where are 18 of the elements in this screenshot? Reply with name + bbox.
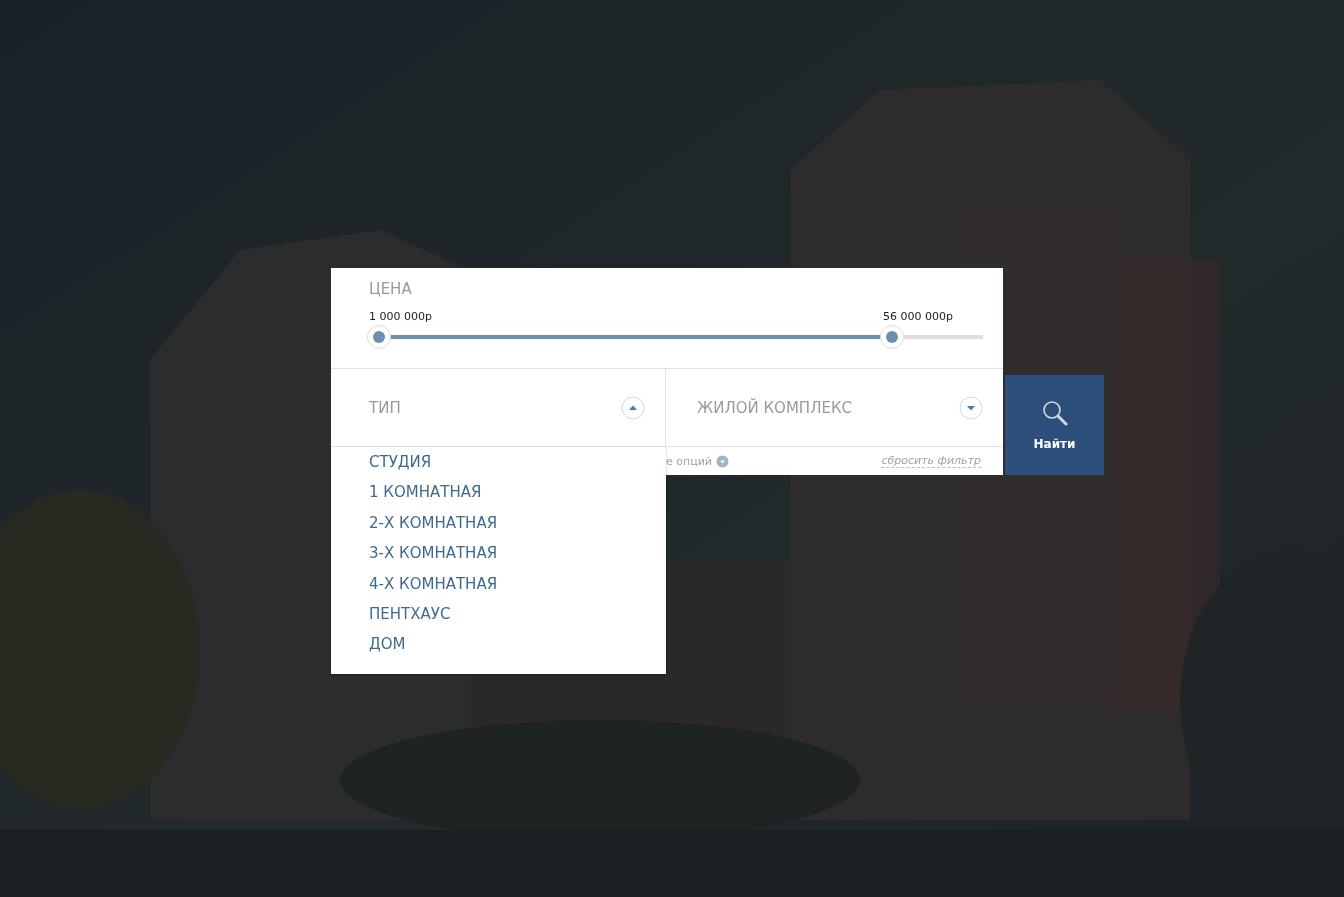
dropdown-option[interactable]: 2-Х КОМНАТНАЯ	[369, 507, 498, 539]
max-price-value: 56 000 000р	[883, 310, 954, 323]
slider-handle[interactable]	[880, 325, 905, 349]
dropdown-option[interactable]: 3-Х КОМНАТНАЯ	[369, 538, 498, 569]
dropdown-option[interactable]: ПЕНТХАУС	[369, 599, 451, 630]
dropdown-option[interactable]: 4-Х КОМНАТНАЯ	[369, 568, 498, 600]
search-icon	[1040, 399, 1069, 427]
expand-icon	[716, 454, 729, 468]
collapse-icon[interactable]	[621, 395, 645, 420]
dropdown-option[interactable]: 1 КОМНАТНАЯ	[369, 477, 482, 508]
complex-dropdown[interactable]: ЖИЛОЙ КОМПЛЕКС	[666, 369, 1003, 447]
search-button[interactable]: Найти	[1005, 375, 1104, 475]
price-label: ЦЕНА	[369, 280, 413, 300]
slider-handle[interactable]	[367, 325, 391, 349]
dropdown-option[interactable]: ДОМ	[369, 629, 406, 660]
min-price-value: 1 000 000р	[369, 310, 432, 323]
expand-icon[interactable]	[959, 395, 983, 420]
dropdown-option[interactable]: СТУДИЯ	[369, 447, 432, 478]
